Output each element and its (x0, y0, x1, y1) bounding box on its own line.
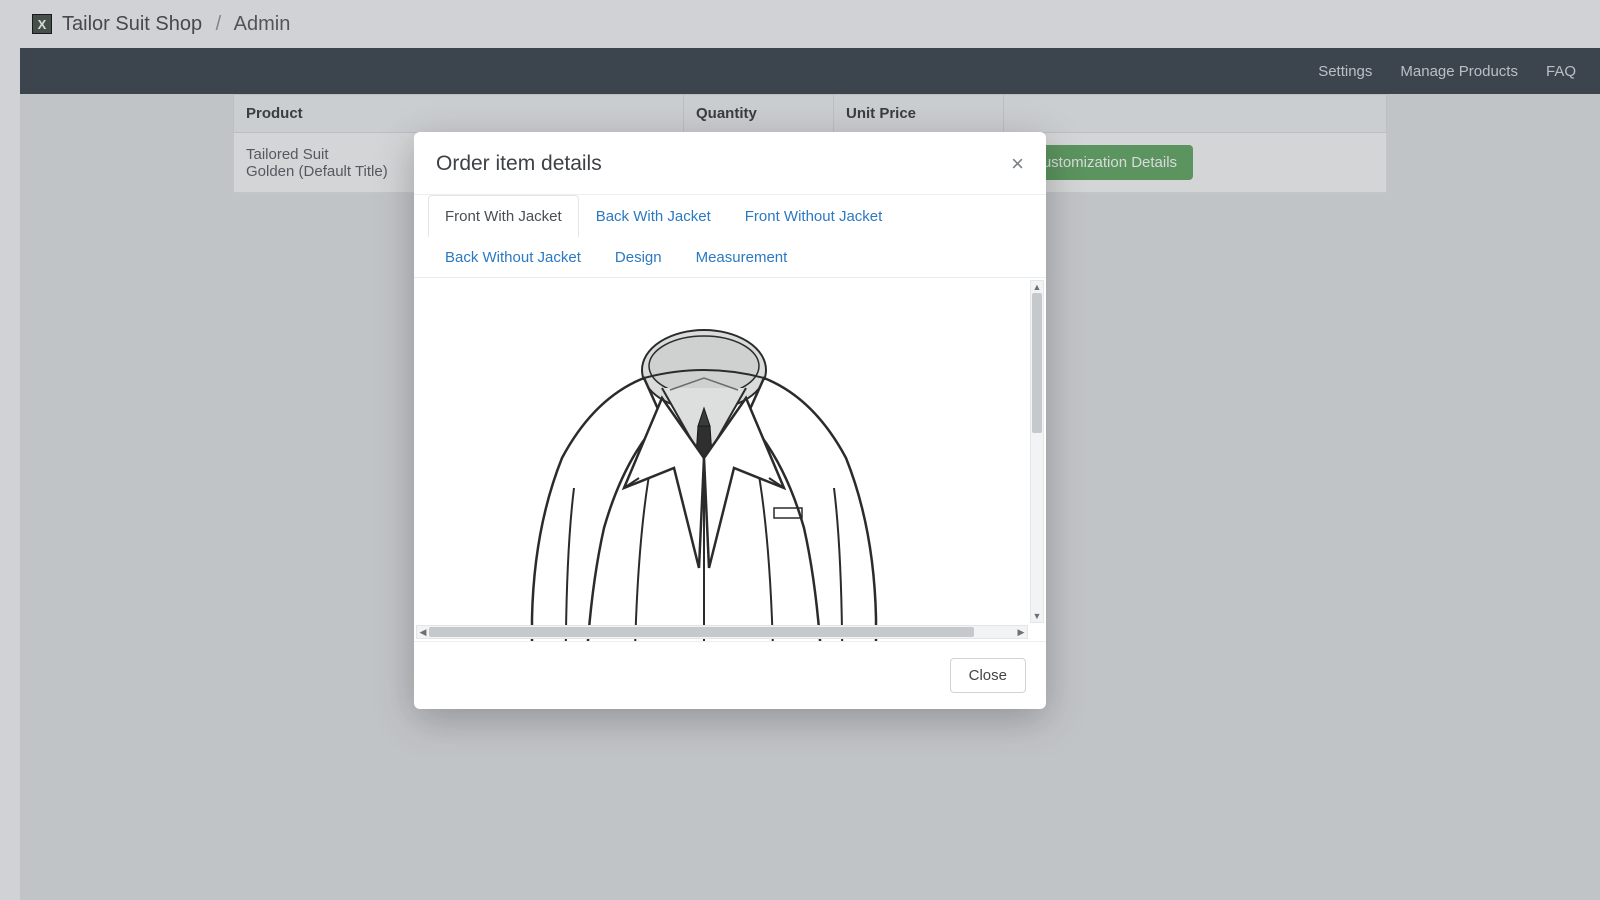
scroll-down-arrow-icon[interactable]: ▼ (1031, 610, 1043, 622)
modal-footer: Close (414, 642, 1046, 709)
scroll-right-arrow-icon[interactable]: ▶ (1015, 626, 1027, 638)
order-item-details-modal: Order item details × Front With Jacket B… (414, 132, 1046, 709)
scroll-left-arrow-icon[interactable]: ◀ (417, 626, 429, 638)
tab-measurement[interactable]: Measurement (679, 236, 805, 278)
vertical-scrollbar[interactable]: ▲ ▼ (1030, 280, 1044, 623)
suit-preview (414, 278, 1046, 641)
page: X Tailor Suit Shop / Admin Settings Mana… (0, 0, 1600, 900)
modal-title: Order item details (436, 152, 602, 176)
modal-header: Order item details × (414, 132, 1046, 195)
tab-back-with-jacket[interactable]: Back With Jacket (579, 195, 728, 237)
modal-body: ▲ ▼ ◀ ▶ (414, 278, 1046, 642)
tab-back-without-jacket[interactable]: Back Without Jacket (428, 236, 598, 278)
close-icon[interactable]: × (1011, 153, 1024, 175)
modal-tabs: Front With Jacket Back With Jacket Front… (414, 195, 1046, 278)
vertical-scroll-thumb[interactable] (1032, 293, 1042, 433)
suit-jacket-front-icon (474, 308, 934, 641)
scroll-up-arrow-icon[interactable]: ▲ (1031, 281, 1043, 293)
horizontal-scrollbar[interactable]: ◀ ▶ (416, 625, 1028, 639)
horizontal-scroll-thumb[interactable] (429, 627, 974, 637)
tab-design[interactable]: Design (598, 236, 679, 278)
tab-front-with-jacket[interactable]: Front With Jacket (428, 195, 579, 237)
tab-front-without-jacket[interactable]: Front Without Jacket (728, 195, 900, 237)
close-button[interactable]: Close (950, 658, 1026, 693)
